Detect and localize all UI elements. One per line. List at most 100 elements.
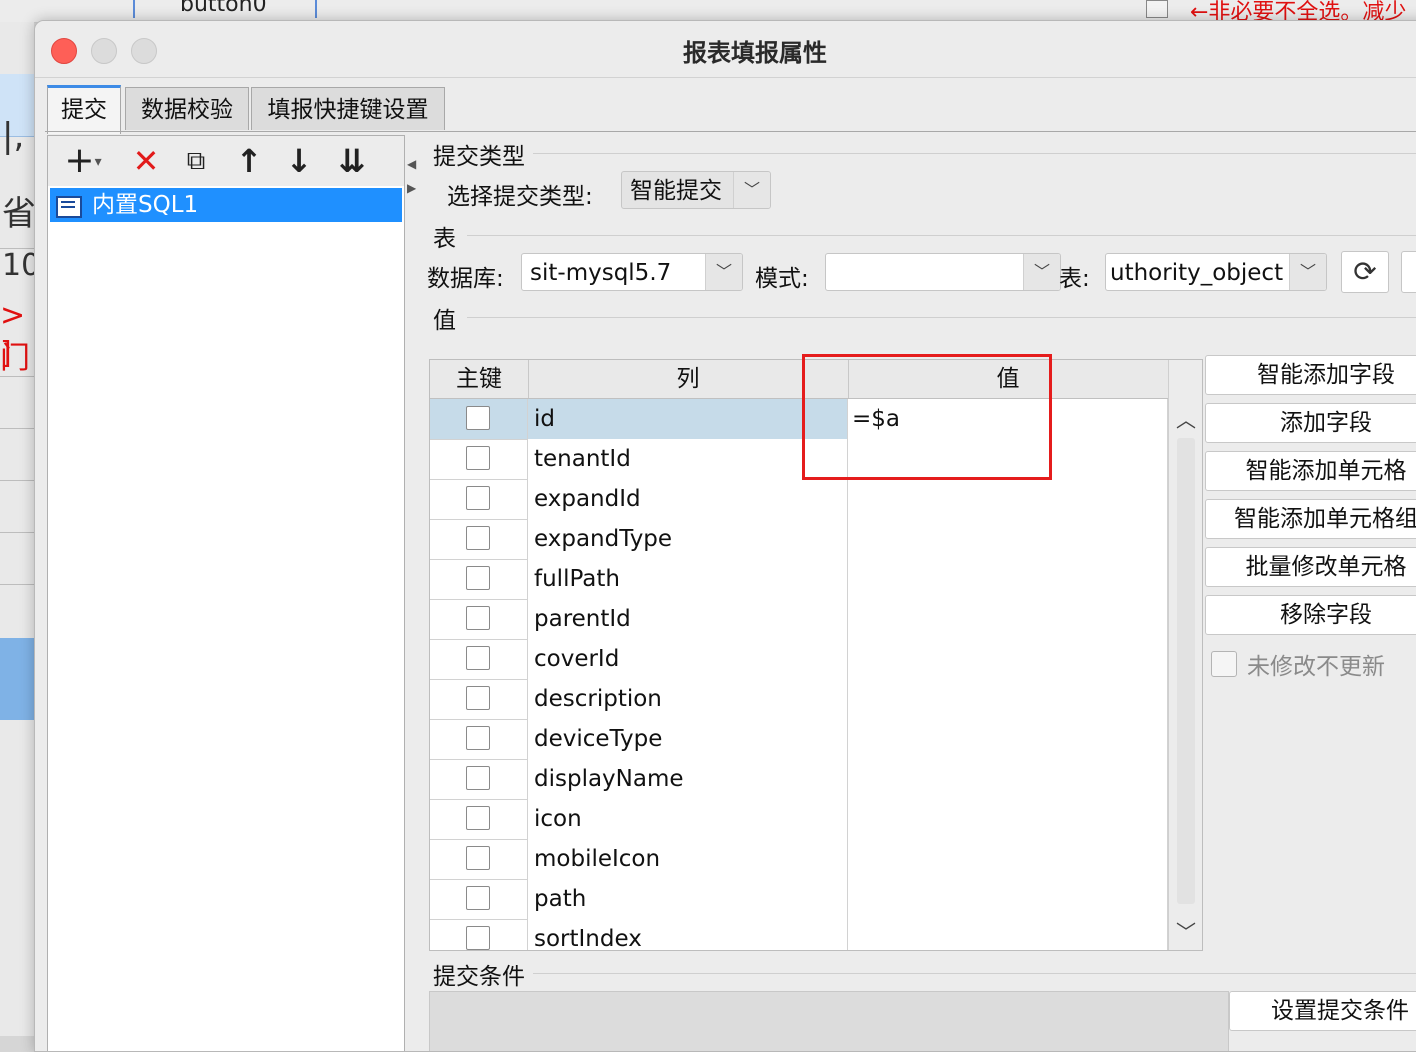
chevron-down-icon[interactable]: ﹀ bbox=[1023, 254, 1060, 290]
column-name-cell[interactable]: path bbox=[528, 879, 848, 919]
table-scrollbar[interactable]: ︿ ﹀ bbox=[1168, 360, 1202, 950]
section-divider bbox=[533, 973, 1416, 974]
submit-type-select[interactable]: 智能提交 ﹀ bbox=[621, 171, 771, 209]
delete-icon[interactable]: ✕ bbox=[128, 142, 164, 180]
more-button[interactable] bbox=[1401, 251, 1416, 293]
remove-field-button[interactable]: 移除字段 bbox=[1205, 595, 1416, 635]
no-update-if-unmodified-checkbox[interactable] bbox=[1211, 651, 1237, 677]
no-update-if-unmodified-label: 未修改不更新 bbox=[1247, 654, 1385, 680]
table-row[interactable]: coverId bbox=[430, 639, 1168, 680]
value-cell[interactable] bbox=[848, 679, 1168, 719]
scroll-up-icon[interactable]: ︿ bbox=[1169, 404, 1202, 434]
table-row[interactable]: description bbox=[430, 679, 1168, 720]
chevron-down-icon[interactable]: ﹀ bbox=[705, 254, 742, 290]
condition-display-area bbox=[429, 991, 1229, 1051]
value-cell[interactable] bbox=[848, 759, 1168, 799]
scroll-down-icon[interactable]: ﹀ bbox=[1169, 916, 1202, 946]
value-cell[interactable] bbox=[848, 719, 1168, 759]
value-cell[interactable] bbox=[848, 519, 1168, 559]
refresh-icon[interactable]: ⟳ bbox=[1341, 251, 1389, 293]
scrollbar-thumb[interactable] bbox=[1177, 438, 1195, 904]
table-row[interactable]: parentId bbox=[430, 599, 1168, 640]
smart-add-cell-group-button[interactable]: 智能添加单元格组 bbox=[1205, 499, 1416, 539]
table-row[interactable]: sortIndex bbox=[430, 919, 1168, 950]
column-name-cell[interactable]: expandType bbox=[528, 519, 848, 559]
primary-key-checkbox[interactable] bbox=[466, 806, 490, 830]
primary-key-checkbox[interactable] bbox=[466, 446, 490, 470]
add-field-button[interactable]: 添加字段 bbox=[1205, 403, 1416, 443]
table-row[interactable]: mobileIcon bbox=[430, 839, 1168, 880]
column-name-cell[interactable]: displayName bbox=[528, 759, 848, 799]
schema-select[interactable]: ﹀ bbox=[825, 253, 1061, 291]
set-condition-button[interactable]: 设置提交条件 bbox=[1229, 991, 1416, 1031]
background-checkbox[interactable] bbox=[1146, 0, 1168, 18]
tab-submit[interactable]: 提交 bbox=[47, 85, 121, 134]
column-name-cell[interactable]: sortIndex bbox=[528, 919, 848, 950]
value-cell[interactable] bbox=[848, 839, 1168, 879]
primary-key-cell bbox=[430, 919, 528, 950]
list-item-sql1[interactable]: 内置SQL1 bbox=[50, 188, 402, 222]
primary-key-checkbox[interactable] bbox=[466, 406, 490, 430]
column-name-cell[interactable]: coverId bbox=[528, 639, 848, 679]
chevron-down-icon[interactable]: ﹀ bbox=[733, 172, 770, 208]
table-row[interactable]: expandId bbox=[430, 479, 1168, 520]
column-name-cell[interactable]: id bbox=[528, 399, 848, 439]
value-cell[interactable] bbox=[848, 639, 1168, 679]
primary-key-checkbox[interactable] bbox=[466, 526, 490, 550]
smart-add-cell-button[interactable]: 智能添加单元格 bbox=[1205, 451, 1416, 491]
table-row[interactable]: icon bbox=[430, 799, 1168, 840]
database-select[interactable]: sit-mysql5.7 ﹀ bbox=[521, 253, 743, 291]
primary-key-checkbox[interactable] bbox=[466, 686, 490, 710]
table-row[interactable]: fullPath bbox=[430, 559, 1168, 600]
column-name-cell[interactable]: deviceType bbox=[528, 719, 848, 759]
list-item-label: 内置SQL1 bbox=[92, 192, 199, 218]
panel-splitter[interactable]: ◀ ▶ bbox=[407, 135, 416, 1051]
primary-key-checkbox[interactable] bbox=[466, 766, 490, 790]
primary-key-checkbox[interactable] bbox=[466, 846, 490, 870]
smart-add-fields-button[interactable]: 智能添加字段 bbox=[1205, 355, 1416, 395]
table-select[interactable]: uthority_object ﹀ bbox=[1105, 253, 1327, 291]
table-row[interactable]: deviceType bbox=[430, 719, 1168, 760]
value-cell[interactable] bbox=[848, 879, 1168, 919]
value-cell[interactable] bbox=[848, 479, 1168, 519]
primary-key-checkbox[interactable] bbox=[466, 926, 490, 950]
column-name-cell[interactable]: parentId bbox=[528, 599, 848, 639]
value-cell[interactable]: =$a bbox=[848, 399, 1168, 439]
primary-key-checkbox[interactable] bbox=[466, 486, 490, 510]
move-up-icon[interactable]: ↑ bbox=[232, 142, 266, 180]
move-to-bottom-icon[interactable]: ⇊ bbox=[332, 142, 372, 180]
value-cell[interactable] bbox=[848, 919, 1168, 950]
table-row[interactable]: path bbox=[430, 879, 1168, 920]
column-header-column[interactable]: 列 bbox=[528, 360, 849, 398]
table-row[interactable]: tenantId bbox=[430, 439, 1168, 480]
column-header-value[interactable]: 值 bbox=[848, 360, 1168, 398]
column-name-cell[interactable]: tenantId bbox=[528, 439, 848, 479]
table-row[interactable]: id =$a bbox=[430, 399, 1168, 440]
table-value: uthority_object bbox=[1110, 260, 1284, 286]
primary-key-checkbox[interactable] bbox=[466, 566, 490, 590]
move-down-icon[interactable]: ↓ bbox=[282, 142, 316, 180]
column-header-primary-key[interactable]: 主键 bbox=[430, 360, 529, 398]
primary-key-checkbox[interactable] bbox=[466, 606, 490, 630]
primary-key-checkbox[interactable] bbox=[466, 646, 490, 670]
copy-icon[interactable]: ⧉ bbox=[176, 142, 216, 180]
table-row[interactable]: expandType bbox=[430, 519, 1168, 560]
chevron-down-icon[interactable]: ﹀ bbox=[1289, 254, 1326, 290]
schema-label: 模式: bbox=[755, 266, 809, 292]
add-icon[interactable]: +▾ bbox=[58, 142, 108, 180]
value-cell[interactable] bbox=[848, 799, 1168, 839]
column-name-cell[interactable]: icon bbox=[528, 799, 848, 839]
table-row[interactable]: displayName bbox=[430, 759, 1168, 800]
tab-shortcut-settings[interactable]: 填报快捷键设置 bbox=[251, 87, 445, 130]
primary-key-checkbox[interactable] bbox=[466, 726, 490, 750]
column-name-cell[interactable]: mobileIcon bbox=[528, 839, 848, 879]
value-cell[interactable] bbox=[848, 559, 1168, 599]
primary-key-checkbox[interactable] bbox=[466, 886, 490, 910]
value-cell[interactable] bbox=[848, 599, 1168, 639]
batch-modify-cells-button[interactable]: 批量修改单元格 bbox=[1205, 547, 1416, 587]
column-name-cell[interactable]: description bbox=[528, 679, 848, 719]
column-name-cell[interactable]: expandId bbox=[528, 479, 848, 519]
column-name-cell[interactable]: fullPath bbox=[528, 559, 848, 599]
value-cell[interactable] bbox=[848, 439, 1168, 479]
tab-data-validation[interactable]: 数据校验 bbox=[125, 87, 249, 130]
